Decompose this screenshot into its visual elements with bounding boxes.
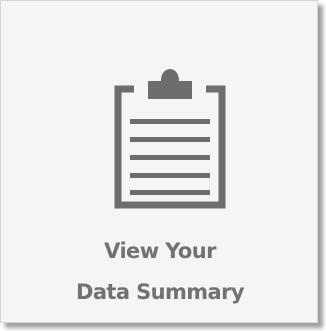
tile-label-line1: View Your <box>104 239 216 263</box>
view-data-summary-tile[interactable]: View Your Data Summary <box>0 0 318 323</box>
tile-label-line2: Data Summary <box>76 280 245 304</box>
clipboard-icon <box>114 69 226 209</box>
